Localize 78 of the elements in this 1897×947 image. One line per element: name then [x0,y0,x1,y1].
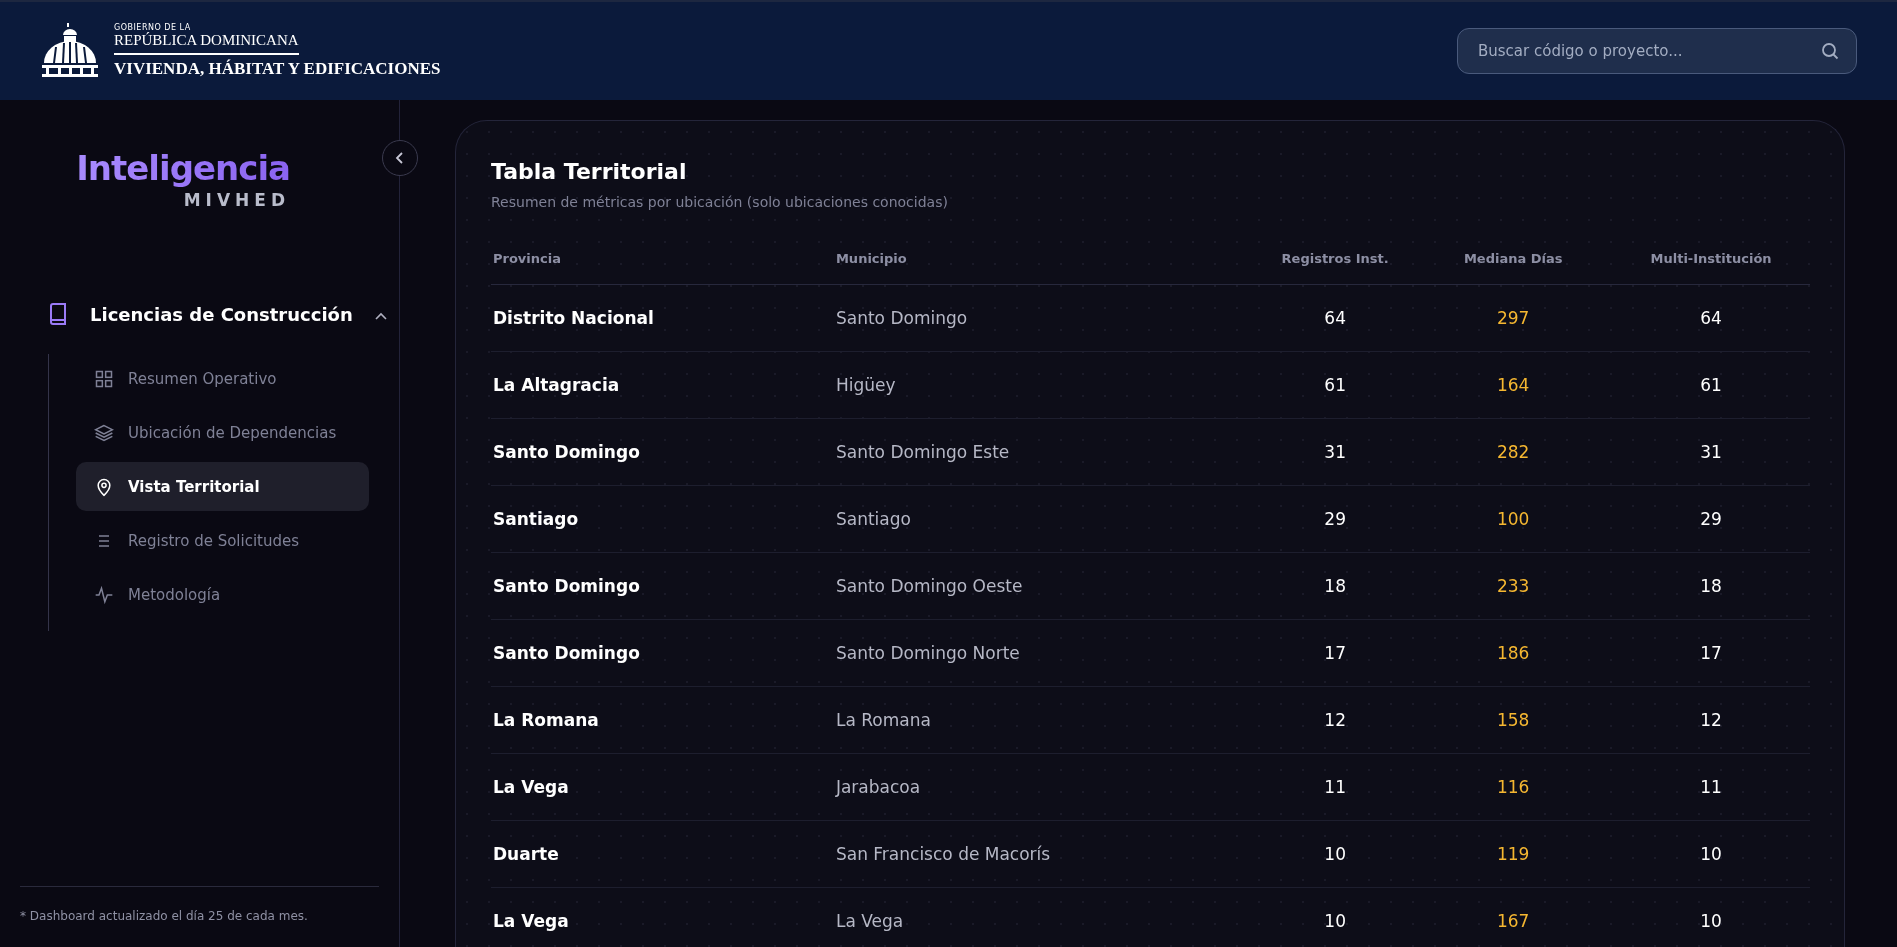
table-cell: 233 [1414,552,1613,620]
table-cell: San Francisco de Macorís [833,820,1256,888]
table-subtitle: Resumen de métricas por ubicación (solo ubicaciones conocidas) [491,194,949,210]
table-cell: 64 [1612,284,1810,352]
table-cell: Santo Domingo [491,552,834,620]
dome-logo-icon [40,23,100,79]
table-cell: Distrito Nacional [491,284,834,352]
table-cell: 31 [1612,418,1810,486]
table-cell: 11 [1612,753,1810,821]
search-icon [1821,42,1839,60]
table-cell: Santiago [491,485,834,553]
table-cell: 164 [1414,351,1613,419]
table-cell: Santo Domingo [491,418,834,486]
table-cell: 17 [1256,619,1415,687]
chevron-left-icon [395,152,405,164]
layers-icon [94,422,114,443]
table-cell: 31 [1256,418,1415,486]
table-cell: 10 [1256,820,1415,888]
table-cell: 18 [1612,552,1810,620]
table-cell: 29 [1612,485,1810,553]
collapse-sidebar-button[interactable] [382,140,418,176]
table-cell: Santo Domingo [491,619,834,687]
column-header: Municipio [833,232,1256,285]
table-cell: Santo Domingo Norte [833,619,1256,687]
table-cell: 297 [1414,284,1613,352]
table-cell: La Vega [833,887,1256,947]
table-cell: 18 [1256,552,1415,620]
nav-item[interactable]: Registro de Solicitudes [76,516,369,565]
table-cell: 61 [1256,351,1415,419]
table-cell: Santo Domingo Este [833,418,1256,486]
logo-title: REPÚBLICA DOMINICANA [114,32,299,55]
table-cell: La Vega [491,753,834,821]
table-cell: 282 [1414,418,1613,486]
book-icon [48,303,68,325]
column-header: Mediana Días [1414,232,1613,285]
grid-icon [94,368,114,389]
column-header: Registros Inst. [1256,232,1415,285]
pulse-icon [94,584,114,605]
table-cell: 116 [1414,753,1613,821]
table-cell: La Romana [491,686,834,754]
table-cell: 10 [1612,887,1810,947]
table-cell: 10 [1612,820,1810,888]
table-cell: 100 [1414,485,1613,553]
table-cell: La Altagracia [491,351,834,419]
map-pin-icon [94,476,114,497]
table-cell: 29 [1256,485,1415,553]
nav-item[interactable]: Ubicación de Dependencias [76,408,369,457]
table-cell: 10 [1256,887,1415,947]
table-cell: La Vega [491,887,834,947]
nav-item[interactable]: Resumen Operativo [76,354,369,403]
table-cell: 11 [1256,753,1415,821]
nav-item[interactable]: Vista Territorial [76,462,369,511]
column-header: Provincia [491,232,834,285]
column-header: Multi-Institución [1612,232,1810,285]
table-cell: 17 [1612,619,1810,687]
table-cell: Santo Domingo [833,284,1256,352]
table-cell: 119 [1414,820,1613,888]
table-cell: 12 [1612,686,1810,754]
table-title: Tabla Territorial [491,159,688,184]
search-field[interactable]: Buscar código o proyecto... [1457,28,1857,74]
table-cell: 61 [1612,351,1810,419]
table-cell: Santo Domingo Oeste [833,552,1256,620]
table-cell: 167 [1414,887,1613,947]
table-cell: Duarte [491,820,834,888]
table-cell: 12 [1256,686,1415,754]
logo-caption: GOBIERNO DE LA [114,23,192,32]
nav-item[interactable]: Metodología [76,570,369,619]
section-header[interactable]: Licencias de Construcción [48,292,399,336]
table-cell: 158 [1414,686,1613,754]
table-cell: Santiago [833,485,1256,553]
brand-subtitle: MIVHED [183,190,290,210]
table-cell: La Romana [833,686,1256,754]
ministry-name: VIVIENDA, HÁBITAT Y EDIFICACIONES [114,59,441,79]
table-cell: 186 [1414,619,1613,687]
update-note: * Dashboard actualizado el día 25 de cada mes. [20,886,379,947]
table-cell: 64 [1256,284,1415,352]
table-cell: Jarabacoa [833,753,1256,821]
table-cell: Higüey [833,351,1256,419]
